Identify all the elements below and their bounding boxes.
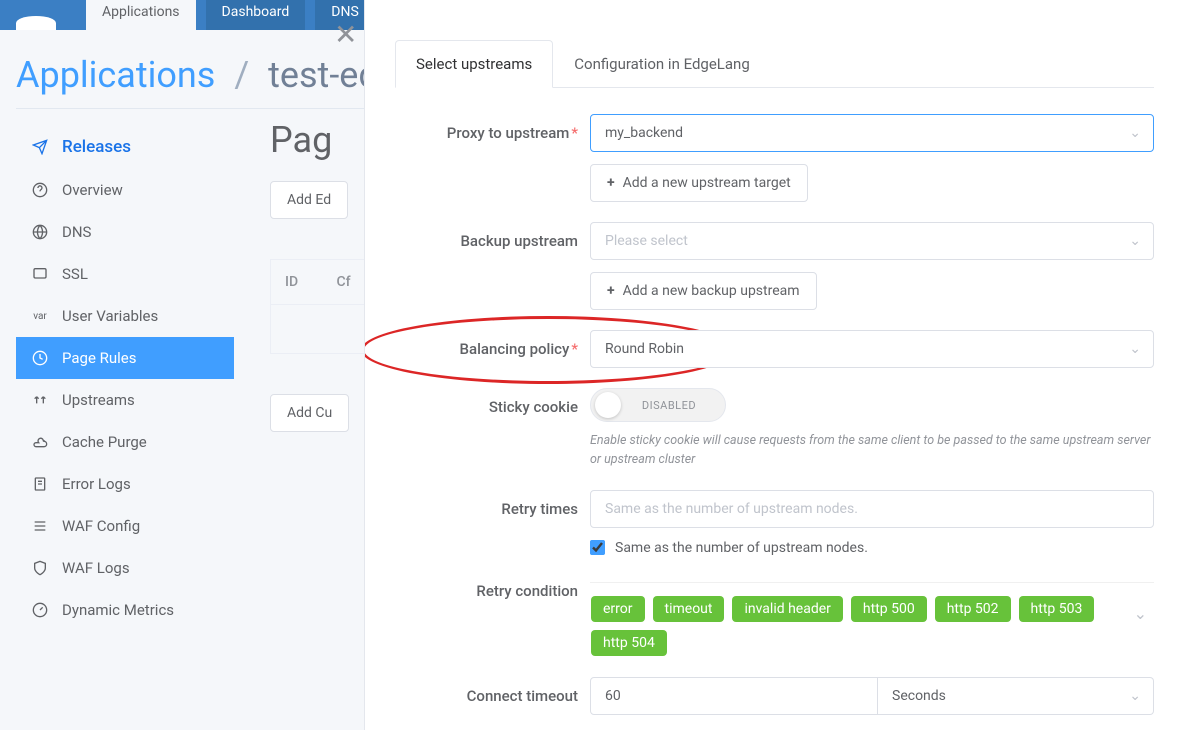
sidebar-item-dns[interactable]: DNS [16, 211, 234, 253]
tab-select-upstreams[interactable]: Select upstreams [395, 40, 553, 88]
tag-invalid-header[interactable]: invalid header [732, 596, 842, 622]
plus-icon: + [607, 283, 615, 299]
var-icon: var [32, 308, 48, 324]
chevron-down-icon: ⌄ [1129, 688, 1141, 704]
connect-timeout-label: Connect timeout [395, 677, 590, 705]
same-nodes-checkbox[interactable] [590, 540, 605, 555]
logo [16, 16, 56, 30]
chevron-down-icon: ⌄ [1129, 233, 1141, 249]
sidebar-item-cache-purge[interactable]: Cache Purge [16, 421, 234, 463]
balancing-policy-select[interactable]: Round Robin ⌄ [590, 330, 1154, 368]
tag-http-500[interactable]: http 500 [851, 596, 927, 622]
same-nodes-label: Same as the number of upstream nodes. [615, 540, 868, 556]
panel-tabs: Select upstreams Configuration in EdgeLa… [395, 40, 1154, 88]
close-icon[interactable]: ✕ [334, 18, 357, 51]
connect-timeout-unit-select[interactable]: Seconds ⌄ [878, 677, 1154, 715]
connect-timeout-input[interactable] [590, 677, 878, 715]
sidebar-item-label: SSL [62, 265, 88, 283]
sidebar-item-waf-logs[interactable]: WAF Logs [16, 547, 234, 589]
chevron-down-icon: ⌄ [1129, 125, 1141, 141]
sidebar-item-user-variables[interactable]: var User Variables [16, 295, 234, 337]
breadcrumb-root[interactable]: Applications [16, 54, 215, 96]
tag-timeout[interactable]: timeout [653, 596, 725, 622]
sidebar-item-error-logs[interactable]: Error Logs [16, 463, 234, 505]
question-circle-icon [32, 182, 48, 198]
sidebar-item-label: Upstreams [62, 391, 135, 409]
retry-times-input[interactable] [590, 490, 1154, 528]
up-arrows-icon [32, 392, 48, 408]
balancing-label: Balancing policy* [395, 330, 590, 358]
chevron-down-icon: ⌄ [1129, 341, 1141, 357]
sticky-label: Sticky cookie [395, 388, 590, 416]
tab-edgelang[interactable]: Configuration in EdgeLang [553, 40, 771, 87]
list-icon [32, 518, 48, 534]
sidebar-item-label: Cache Purge [62, 433, 147, 451]
tag-http-504[interactable]: http 504 [591, 630, 667, 656]
backup-upstream-select[interactable]: Please select ⌄ [590, 222, 1154, 260]
toggle-state: DISABLED [621, 399, 725, 412]
sticky-hint: Enable sticky cookie will cause requests… [590, 432, 1154, 470]
sidebar-item-releases[interactable]: Releases [16, 125, 234, 169]
sidebar-item-page-rules[interactable]: Page Rules [16, 337, 234, 379]
sidebar-item-label: Overview [62, 181, 123, 199]
sidebar-item-label: Error Logs [62, 475, 131, 493]
tag-http-503[interactable]: http 503 [1019, 596, 1095, 622]
sidebar-item-dynamic-metrics[interactable]: Dynamic Metrics [16, 589, 234, 631]
doc-icon [32, 476, 48, 492]
sidebar-item-ssl[interactable]: SSL [16, 253, 234, 295]
tag-error[interactable]: error [591, 596, 645, 622]
certificate-icon [32, 266, 48, 282]
sidebar-item-upstreams[interactable]: Upstreams [16, 379, 234, 421]
add-backup-button[interactable]: + Add a new backup upstream [590, 272, 817, 310]
gauge-icon [32, 602, 48, 618]
sidebar-item-waf-config[interactable]: WAF Config [16, 505, 234, 547]
config-panel: Select upstreams Configuration in EdgeLa… [364, 0, 1184, 730]
paper-plane-icon [32, 139, 48, 155]
plus-icon: + [607, 175, 615, 191]
breadcrumb-sep: / [234, 54, 249, 96]
tab-dashboard[interactable]: Dashboard [206, 0, 306, 30]
backup-label: Backup upstream [395, 222, 590, 250]
toggle-knob [595, 392, 621, 418]
sidebar-item-label: WAF Logs [62, 559, 130, 577]
globe-icon [32, 224, 48, 240]
sidebar-item-label: DNS [62, 223, 91, 241]
sidebar: Releases Overview DNS SSL var User Varia… [0, 109, 250, 647]
retry-cond-label: Retry condition [395, 576, 590, 600]
sidebar-item-label: Page Rules [62, 349, 137, 367]
retry-times-label: Retry times [395, 490, 590, 518]
add-upstream-button[interactable]: + Add a new upstream target [590, 164, 808, 202]
sidebar-item-overview[interactable]: Overview [16, 169, 234, 211]
cloud-icon [32, 434, 48, 450]
clock-icon [32, 350, 48, 366]
chevron-down-icon: ⌄ [1134, 604, 1147, 623]
proxy-upstream-select[interactable]: my_backend ⌄ [590, 114, 1154, 152]
sidebar-item-label: User Variables [62, 307, 158, 325]
sidebar-item-label: Releases [62, 137, 131, 157]
sidebar-item-label: WAF Config [62, 517, 140, 535]
retry-condition-select[interactable]: error timeout invalid header http 500 ht… [590, 595, 1154, 657]
tab-applications[interactable]: Applications [86, 0, 196, 30]
proxy-label: Proxy to upstream* [395, 114, 590, 142]
shield-icon [32, 560, 48, 576]
sticky-toggle[interactable]: DISABLED [590, 388, 726, 422]
col-id: ID [271, 260, 323, 305]
sidebar-item-label: Dynamic Metrics [62, 601, 174, 619]
tag-http-502[interactable]: http 502 [935, 596, 1011, 622]
